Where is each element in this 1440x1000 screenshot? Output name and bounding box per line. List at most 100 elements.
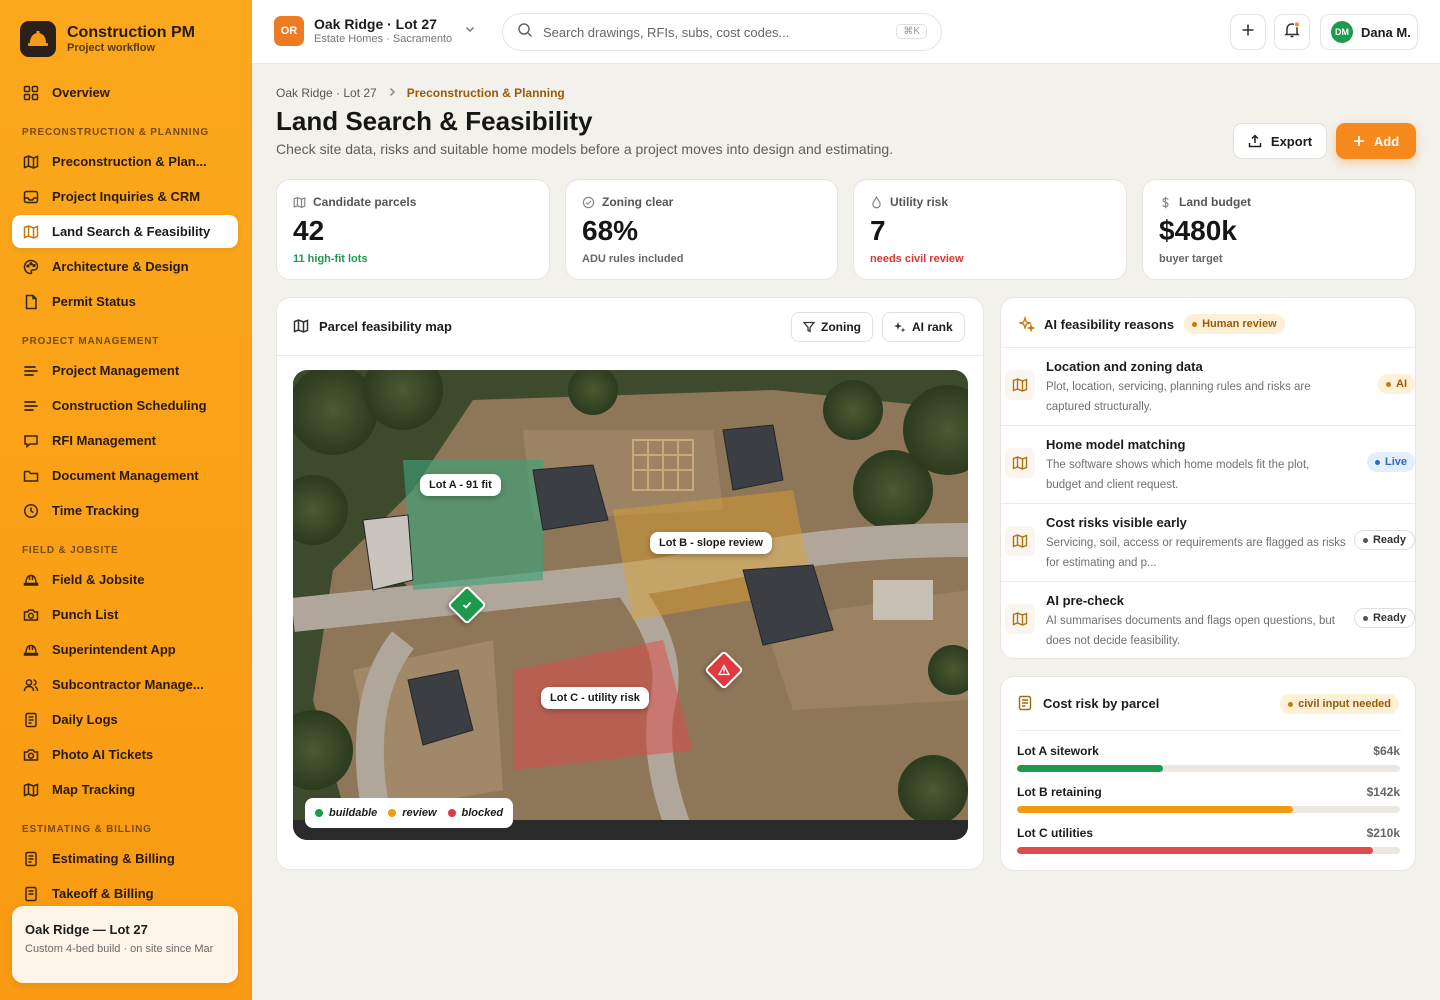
sidebar-item-daily-logs[interactable]: Daily Logs: [12, 703, 238, 736]
ai-reason-row[interactable]: Cost risks visible early Servicing, soil…: [1001, 503, 1415, 581]
sidebar-item-label: Superintendent App: [52, 642, 176, 657]
panel-title: Cost risk by parcel: [1043, 695, 1160, 711]
sidebar-item-overview[interactable]: Overview: [12, 76, 238, 109]
cost-bar-track: [1017, 806, 1400, 813]
kpi-card-candidate-parcels[interactable]: Candidate parcels 42 11 high-fit lots: [276, 179, 550, 280]
hardhat-icon: [22, 641, 40, 659]
notifications-button[interactable]: [1274, 14, 1310, 50]
sidebar-item-label: Estimating & Billing: [52, 851, 175, 866]
project-switcher[interactable]: OR Oak Ridge · Lot 27 Estate Homes · Sac…: [274, 16, 476, 46]
kpi-note: buyer target: [1159, 253, 1223, 265]
breadcrumb-current[interactable]: Preconstruction & Planning: [407, 86, 565, 100]
sidebar-item-label: Preconstruction & Plan...: [52, 154, 207, 169]
ai-reason-row[interactable]: AI pre-check AI summarises documents and…: [1001, 581, 1415, 658]
sidebar-item-land-search[interactable]: Land Search & Feasibility: [12, 215, 238, 248]
map-icon: [22, 153, 40, 171]
ai-reason-row[interactable]: Location and zoning data Plot, location,…: [1001, 347, 1415, 425]
kpi-card-zoning-clear[interactable]: Zoning clear 68% ADU rules included: [565, 179, 838, 280]
brand[interactable]: Construction PM Project workflow: [20, 21, 195, 57]
sidebar-item-rfi[interactable]: RFI Management: [12, 424, 238, 457]
sidebar-item-label: Punch List: [52, 607, 119, 622]
cost-row[interactable]: Lot B retaining $142k: [1017, 785, 1400, 813]
sidebar-item-label: Land Search & Feasibility: [52, 224, 211, 239]
cost-bar-track: [1017, 765, 1400, 772]
breadcrumb: Oak Ridge · Lot 27 Preconstruction & Pla…: [276, 86, 565, 100]
export-button[interactable]: Export: [1233, 123, 1327, 159]
legend-label: review: [402, 807, 437, 819]
sidebar-item-label: Field & Jobsite: [52, 572, 145, 587]
map-legend: buildable review blocked: [305, 798, 514, 828]
sidebar-item-label: Time Tracking: [52, 503, 140, 518]
plus-icon: [1353, 135, 1365, 147]
breadcrumb-root[interactable]: Oak Ridge · Lot 27: [276, 86, 377, 100]
sidebar-item-permit-status[interactable]: Permit Status: [12, 285, 238, 318]
map-label-lot-b[interactable]: Lot B - slope review: [650, 532, 772, 554]
cost-row[interactable]: Lot C utilities $210k: [1017, 826, 1400, 854]
cost-risk-panel: Cost risk by parcel civil input needed L…: [1000, 676, 1416, 871]
kpi-note: ADU rules included: [582, 253, 684, 265]
map-icon: [1005, 370, 1035, 400]
sidebar-item-map-tracking[interactable]: Map Tracking: [12, 773, 238, 806]
droplet-icon: [870, 195, 883, 209]
search-input[interactable]: Search drawings, RFIs, subs, cost codes.…: [502, 13, 942, 51]
aerial-map[interactable]: Lot A - 91 fit Lot B - slope review Lot …: [293, 370, 968, 840]
nav-section-title: FIELD & JOBSITE: [22, 545, 119, 556]
kpi-value: $480k: [1159, 215, 1237, 246]
status-badge: Ready: [1353, 608, 1415, 628]
sidebar-item-project-management[interactable]: Project Management: [12, 354, 238, 387]
avatar: DM: [1331, 21, 1353, 43]
sidebar-item-time-tracking[interactable]: Time Tracking: [12, 494, 238, 527]
cost-row[interactable]: Lot A sitework $64k: [1017, 744, 1400, 772]
camera-icon: [22, 606, 40, 624]
status-badge: Live: [1366, 452, 1415, 472]
ai-rank-button[interactable]: AI rank: [882, 312, 965, 342]
sidebar-item-field-jobsite[interactable]: Field & Jobsite: [12, 563, 238, 596]
document-icon: [22, 293, 40, 311]
check-icon: [461, 599, 473, 611]
chevron-right-icon: [387, 86, 397, 100]
zoning-filter-button[interactable]: Zoning: [791, 312, 873, 342]
upload-icon: [1248, 134, 1262, 148]
sidebar-item-subcontractor[interactable]: Subcontractor Manage...: [12, 668, 238, 701]
civil-input-badge: civil input needed: [1280, 694, 1399, 714]
kpi-note: needs civil review: [870, 253, 964, 265]
sidebar-item-photo-ai[interactable]: Photo AI Tickets: [12, 738, 238, 771]
reason-desc: Plot, location, servicing, planning rule…: [1046, 381, 1311, 413]
sidebar-item-scheduling[interactable]: Construction Scheduling: [12, 389, 238, 422]
nav-section-title: PROJECT MANAGEMENT: [22, 336, 160, 347]
sidebar-item-punch-list[interactable]: Punch List: [12, 598, 238, 631]
document-icon: [22, 850, 40, 868]
add-button[interactable]: Add: [1336, 123, 1416, 159]
kpi-card-utility-risk[interactable]: Utility risk 7 needs civil review: [853, 179, 1127, 280]
reason-title: AI pre-check: [1046, 593, 1125, 608]
divider: [277, 355, 983, 356]
kpi-label: Land budget: [1179, 195, 1251, 209]
ai-reason-row[interactable]: Home model matching The software shows w…: [1001, 425, 1415, 503]
sidebar-item-inquiries-crm[interactable]: Project Inquiries & CRM: [12, 180, 238, 213]
ai-feasibility-panel: AI feasibility reasons Human review Loca…: [1000, 297, 1416, 659]
cost-label: Lot B retaining: [1017, 785, 1102, 799]
reason-desc: AI summarises documents and flags open q…: [1046, 615, 1335, 647]
page-subtitle: Check site data, risks and suitable home…: [276, 141, 894, 157]
badge-label: Ready: [1372, 612, 1406, 624]
legend-item: blocked: [447, 807, 503, 819]
sidebar-item-label: Construction Scheduling: [52, 398, 207, 413]
top-bar: OR Oak Ridge · Lot 27 Estate Homes · Sac…: [252, 0, 1440, 64]
current-project-card[interactable]: Oak Ridge — Lot 27 Custom 4-bed build · …: [12, 906, 238, 983]
map-label-lot-a[interactable]: Lot A - 91 fit: [420, 474, 501, 496]
map-icon: [22, 223, 40, 241]
sidebar-item-preconstruction[interactable]: Preconstruction & Plan...: [12, 145, 238, 178]
user-menu[interactable]: DM Dana M.: [1320, 14, 1418, 50]
sidebar-item-architecture[interactable]: Architecture & Design: [12, 250, 238, 283]
map-label-lot-c[interactable]: Lot C - utility risk: [541, 687, 649, 709]
sidebar-item-documents[interactable]: Document Management: [12, 459, 238, 492]
map-icon: [22, 781, 40, 799]
sidebar-item-superintendent[interactable]: Superintendent App: [12, 633, 238, 666]
sidebar-item-estimating[interactable]: Estimating & Billing: [12, 842, 238, 875]
legend-item: review: [388, 807, 437, 819]
kpi-card-land-budget[interactable]: Land budget $480k buyer target: [1142, 179, 1416, 280]
sidebar-item-label: Photo AI Tickets: [52, 747, 154, 762]
status-badge: Ready: [1353, 530, 1415, 550]
create-button[interactable]: [1230, 14, 1266, 50]
sidebar-item-label: Overview: [52, 85, 110, 100]
